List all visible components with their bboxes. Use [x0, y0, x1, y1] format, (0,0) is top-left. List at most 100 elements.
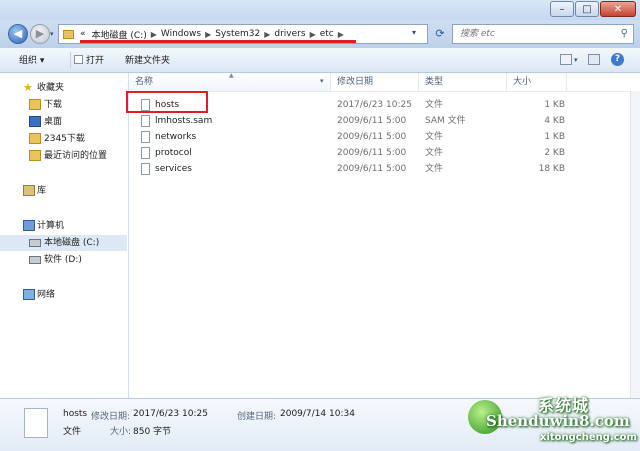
details-created-label: 创建日期:: [237, 412, 277, 422]
new-folder-button[interactable]: 新建文件夹: [125, 53, 170, 66]
breadcrumb-separator-icon[interactable]: ▶: [264, 30, 270, 39]
breadcrumb-overflow[interactable]: «: [80, 29, 86, 39]
search-box[interactable]: ⚲: [452, 24, 634, 44]
address-underline: [80, 40, 356, 43]
nav-computer[interactable]: 计算机: [0, 218, 127, 234]
address-dropdown-icon[interactable]: ▾: [412, 28, 416, 37]
breadcrumb-local-disk[interactable]: 本地磁盘 (C:): [92, 28, 147, 41]
library-icon: [23, 185, 35, 196]
file-type: 文件: [425, 100, 444, 110]
nav-item-downloads[interactable]: 下载: [0, 97, 127, 113]
nav-item-label: 本地磁盘 (C:): [44, 238, 100, 248]
back-button[interactable]: ◀: [8, 24, 28, 44]
nav-item-recent-places[interactable]: 最近访问的位置: [0, 148, 127, 164]
file-row-protocol[interactable]: protocol 2009/6/11 5:00 文件 2 KB: [129, 145, 569, 161]
breadcrumb-separator-icon[interactable]: ▶: [338, 30, 344, 39]
watermark-line1: Shenduwin8.com: [486, 412, 630, 430]
file-type: 文件: [425, 132, 444, 142]
file-type: 文件: [425, 164, 444, 174]
refresh-icon[interactable]: ⟳: [432, 25, 448, 43]
file-name: lmhosts.sam: [155, 116, 213, 126]
view-options-icon[interactable]: [560, 54, 572, 65]
file-icon: [141, 147, 150, 159]
nav-item-label: 最近访问的位置: [44, 151, 108, 161]
file-size: 4 KB: [544, 116, 565, 126]
nav-network-label: 网络: [37, 290, 56, 300]
details-size-value: 850 字节: [133, 427, 172, 437]
details-created-value: 2009/7/14 10:34: [280, 409, 355, 419]
column-filter-dropdown-icon[interactable]: ▾: [320, 77, 324, 85]
nav-favorites-label: 收藏夹: [37, 83, 65, 93]
search-input[interactable]: [458, 28, 612, 40]
details-modified-value: 2017/6/23 10:25: [133, 409, 208, 419]
open-icon: [74, 55, 83, 64]
file-type: 文件: [425, 148, 444, 158]
column-size[interactable]: 大小: [507, 73, 567, 91]
nav-favorites[interactable]: ★ 收藏夹: [0, 80, 127, 96]
network-icon: [23, 289, 35, 300]
nav-item-2345-downloads[interactable]: 2345下载: [0, 131, 127, 147]
file-type: SAM 文件: [425, 116, 466, 126]
nav-item-label: 软件 (D:): [44, 255, 82, 265]
drive-icon: [29, 256, 41, 264]
help-icon[interactable]: ?: [611, 53, 624, 66]
file-date: 2009/6/11 5:00: [337, 148, 407, 158]
highlight-box: [126, 91, 208, 113]
breadcrumb-etc[interactable]: etc: [320, 29, 334, 39]
file-date: 2017/6/23 10:25: [337, 100, 412, 110]
downloads-folder-icon: [29, 99, 41, 110]
maximize-button[interactable]: □: [575, 1, 599, 17]
breadcrumb-drivers[interactable]: drivers: [274, 29, 305, 39]
breadcrumb-separator-icon[interactable]: ▶: [205, 30, 211, 39]
desktop-icon: [29, 116, 41, 127]
breadcrumb-separator-icon[interactable]: ▶: [151, 30, 157, 39]
file-name: services: [155, 164, 192, 174]
column-date-modified[interactable]: 修改日期: [331, 73, 419, 91]
nav-library[interactable]: 库: [0, 183, 127, 199]
nav-item-desktop[interactable]: 桌面: [0, 114, 127, 130]
file-icon: [141, 115, 150, 127]
search-icon[interactable]: ⚲: [621, 28, 628, 39]
details-file-type: 文件: [63, 427, 82, 437]
view-dropdown-icon[interactable]: ▾: [574, 56, 578, 64]
close-button[interactable]: ✕: [600, 1, 636, 17]
title-bar: [0, 0, 640, 20]
nav-item-software-d[interactable]: 软件 (D:): [0, 252, 127, 268]
file-date: 2009/6/11 5:00: [337, 116, 407, 126]
breadcrumb-windows[interactable]: Windows: [161, 29, 201, 39]
star-icon: ★: [23, 81, 33, 94]
minimize-button[interactable]: –: [550, 1, 574, 17]
nav-item-local-disk-c[interactable]: 本地磁盘 (C:): [0, 235, 127, 251]
breadcrumb-separator-icon[interactable]: ▶: [310, 30, 316, 39]
watermark: 系统城 Shenduwin8.com xitongcheng.com: [462, 390, 640, 450]
breadcrumb-system32[interactable]: System32: [215, 29, 260, 39]
file-size: 1 KB: [544, 100, 565, 110]
large-file-icon: [24, 408, 48, 438]
preview-pane-icon[interactable]: [588, 54, 600, 65]
file-icon: [141, 131, 150, 143]
sort-ascending-icon: ▲: [229, 72, 234, 79]
file-size: 2 KB: [544, 148, 565, 158]
details-size-label: 大小:: [110, 427, 132, 437]
forward-button[interactable]: ▶: [30, 24, 50, 44]
column-header: 名称 修改日期 类型 大小: [129, 73, 640, 92]
details-file-name: hosts: [63, 409, 88, 419]
column-type[interactable]: 类型: [419, 73, 507, 91]
file-row-networks[interactable]: networks 2009/6/11 5:00 文件 1 KB: [129, 129, 569, 145]
file-name: networks: [155, 132, 197, 142]
nav-computer-label: 计算机: [37, 221, 65, 231]
file-row-lmhosts[interactable]: lmhosts.sam 2009/6/11 5:00 SAM 文件 4 KB: [129, 113, 569, 129]
nav-network[interactable]: 网络: [0, 287, 127, 303]
organize-button[interactable]: 组织 ▾: [19, 53, 44, 66]
file-row-services[interactable]: services 2009/6/11 5:00 文件 18 KB: [129, 161, 569, 177]
nav-item-label: 2345下载: [44, 134, 85, 144]
nav-item-label: 下载: [44, 100, 63, 110]
toolbar-divider: [70, 52, 71, 68]
file-size: 18 KB: [538, 164, 565, 174]
vertical-scrollbar[interactable]: [630, 91, 640, 398]
recent-pages-dropdown-icon[interactable]: ▾: [50, 30, 54, 38]
details-modified-label: 修改日期:: [91, 412, 131, 422]
open-button[interactable]: 打开: [86, 53, 104, 66]
file-date: 2009/6/11 5:00: [337, 164, 407, 174]
recent-places-icon: [29, 150, 41, 161]
